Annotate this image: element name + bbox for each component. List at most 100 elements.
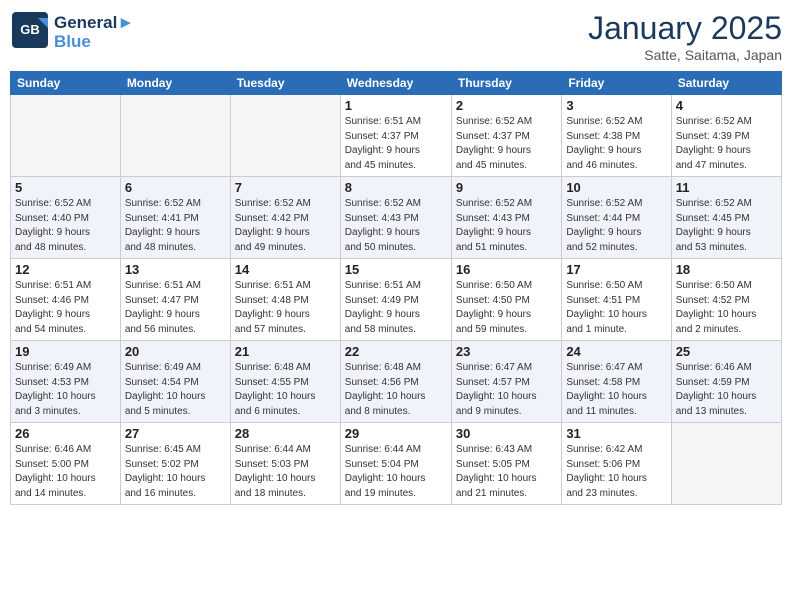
day-info: Sunrise: 6:52 AM Sunset: 4:43 PM Dayligh…	[345, 197, 447, 255]
day-info: Sunrise: 6:50 AM Sunset: 4:52 PM Dayligh…	[676, 279, 777, 337]
col-thursday: Thursday	[451, 72, 561, 95]
calendar-cell: 29Sunrise: 6:44 AM Sunset: 5:04 PM Dayli…	[340, 423, 451, 505]
day-number: 7	[235, 180, 336, 195]
col-sunday: Sunday	[11, 72, 121, 95]
day-number: 18	[676, 262, 777, 277]
calendar-cell	[120, 95, 230, 177]
day-info: Sunrise: 6:48 AM Sunset: 4:56 PM Dayligh…	[345, 361, 447, 419]
calendar-cell: 24Sunrise: 6:47 AM Sunset: 4:58 PM Dayli…	[562, 341, 671, 423]
day-number: 19	[15, 344, 116, 359]
calendar-cell: 20Sunrise: 6:49 AM Sunset: 4:54 PM Dayli…	[120, 341, 230, 423]
calendar-cell: 19 Sunrise: 6:49 AM Sunset: 4:53 PM Dayli…	[11, 341, 121, 423]
calendar-cell	[671, 423, 781, 505]
day-number: 20	[125, 344, 226, 359]
day-number: 23	[456, 344, 557, 359]
calendar-cell: 23 Sunrise: 6:47 AM Sunset: 4:57 PM Dayli…	[451, 341, 561, 423]
calendar-cell	[230, 95, 340, 177]
day-number: 26	[15, 426, 116, 441]
day-info: Sunrise: 6:45 AM Sunset: 5:02 PM Dayligh…	[125, 443, 226, 501]
calendar-cell: 26 Sunrise: 6:46 AM Sunset: 5:00 PM Dayli…	[11, 423, 121, 505]
calendar-cell: 27Sunrise: 6:45 AM Sunset: 5:02 PM Dayli…	[120, 423, 230, 505]
title-block: January 2025 Satte, Saitama, Japan	[588, 10, 782, 63]
calendar-week-row: 12 Sunrise: 6:51 AM Sunset: 4:46 PM Dayli…	[11, 259, 782, 341]
calendar-header-row: Sunday Monday Tuesday Wednesday Thursday…	[11, 72, 782, 95]
day-info: Sunrise: 6:51 AM Sunset: 4:47 PM Dayligh…	[125, 279, 226, 337]
day-number: 8	[345, 180, 447, 195]
day-info: Sunrise: 6:52 AM Sunset: 4:40 PM Dayligh…	[15, 197, 116, 255]
day-info: Sunrise: 6:42 AM Sunset: 5:06 PM Dayligh…	[566, 443, 666, 501]
day-info: Sunrise: 6:47 AM Sunset: 4:57 PM Dayligh…	[456, 361, 557, 419]
svg-text:GB: GB	[20, 22, 40, 37]
day-info: Sunrise: 6:51 AM Sunset: 4:37 PM Dayligh…	[345, 115, 447, 173]
calendar-cell: 14 Sunrise: 6:51 AM Sunset: 4:48 PM Dayli…	[230, 259, 340, 341]
location-subtitle: Satte, Saitama, Japan	[588, 47, 782, 63]
day-info: Sunrise: 6:52 AM Sunset: 4:45 PM Dayligh…	[676, 197, 777, 255]
calendar-week-row: 5 Sunrise: 6:52 AM Sunset: 4:40 PM Daylig…	[11, 177, 782, 259]
day-number: 17	[566, 262, 666, 277]
calendar-week-row: 19 Sunrise: 6:49 AM Sunset: 4:53 PM Dayli…	[11, 341, 782, 423]
day-info: Sunrise: 6:52 AM Sunset: 4:39 PM Dayligh…	[676, 115, 777, 173]
day-number: 24	[566, 344, 666, 359]
calendar-cell: 6 Sunrise: 6:52 AM Sunset: 4:41 PM Daylig…	[120, 177, 230, 259]
calendar-cell: 31 Sunrise: 6:42 AM Sunset: 5:06 PM Dayli…	[562, 423, 671, 505]
day-info: Sunrise: 6:50 AM Sunset: 4:51 PM Dayligh…	[566, 279, 666, 337]
calendar-cell: 15Sunrise: 6:51 AM Sunset: 4:49 PM Dayli…	[340, 259, 451, 341]
calendar-cell: 3Sunrise: 6:52 AM Sunset: 4:38 PM Daylig…	[562, 95, 671, 177]
calendar-cell: 30 Sunrise: 6:43 AM Sunset: 5:05 PM Dayli…	[451, 423, 561, 505]
day-info: Sunrise: 6:43 AM Sunset: 5:05 PM Dayligh…	[456, 443, 557, 501]
calendar-cell: 7 Sunrise: 6:52 AM Sunset: 4:42 PM Daylig…	[230, 177, 340, 259]
logo: GB General► Blue	[10, 10, 134, 55]
day-number: 6	[125, 180, 226, 195]
day-number: 28	[235, 426, 336, 441]
month-title: January 2025	[588, 10, 782, 47]
day-number: 10	[566, 180, 666, 195]
calendar-cell: 11 Sunrise: 6:52 AM Sunset: 4:45 PM Dayli…	[671, 177, 781, 259]
calendar-cell: 21 Sunrise: 6:48 AM Sunset: 4:55 PM Dayli…	[230, 341, 340, 423]
day-number: 21	[235, 344, 336, 359]
day-number: 25	[676, 344, 777, 359]
day-number: 14	[235, 262, 336, 277]
calendar-week-row: 1 Sunrise: 6:51 AM Sunset: 4:37 PM Daylig…	[11, 95, 782, 177]
day-number: 5	[15, 180, 116, 195]
day-info: Sunrise: 6:52 AM Sunset: 4:41 PM Dayligh…	[125, 197, 226, 255]
day-number: 3	[566, 98, 666, 113]
calendar-cell: 2 Sunrise: 6:52 AM Sunset: 4:37 PM Daylig…	[451, 95, 561, 177]
calendar-cell: 16 Sunrise: 6:50 AM Sunset: 4:50 PM Dayli…	[451, 259, 561, 341]
day-info: Sunrise: 6:48 AM Sunset: 4:55 PM Dayligh…	[235, 361, 336, 419]
day-info: Sunrise: 6:52 AM Sunset: 4:42 PM Dayligh…	[235, 197, 336, 255]
logo-icon: GB	[10, 10, 50, 50]
day-info: Sunrise: 6:49 AM Sunset: 4:53 PM Dayligh…	[15, 361, 116, 419]
calendar-cell: 25Sunrise: 6:46 AM Sunset: 4:59 PM Dayli…	[671, 341, 781, 423]
logo-text-line1: General►	[54, 14, 134, 33]
day-number: 1	[345, 98, 447, 113]
calendar-cell: 28Sunrise: 6:44 AM Sunset: 5:03 PM Dayli…	[230, 423, 340, 505]
day-info: Sunrise: 6:51 AM Sunset: 4:46 PM Dayligh…	[15, 279, 116, 337]
calendar-table: Sunday Monday Tuesday Wednesday Thursday…	[10, 71, 782, 505]
day-number: 22	[345, 344, 447, 359]
day-info: Sunrise: 6:51 AM Sunset: 4:48 PM Dayligh…	[235, 279, 336, 337]
day-number: 12	[15, 262, 116, 277]
calendar-cell: 17 Sunrise: 6:50 AM Sunset: 4:51 PM Dayli…	[562, 259, 671, 341]
day-info: Sunrise: 6:46 AM Sunset: 5:00 PM Dayligh…	[15, 443, 116, 501]
day-number: 16	[456, 262, 557, 277]
day-number: 2	[456, 98, 557, 113]
day-number: 13	[125, 262, 226, 277]
logo-text-line2: Blue	[54, 33, 134, 52]
day-info: Sunrise: 6:44 AM Sunset: 5:04 PM Dayligh…	[345, 443, 447, 501]
day-number: 31	[566, 426, 666, 441]
col-monday: Monday	[120, 72, 230, 95]
day-number: 11	[676, 180, 777, 195]
calendar-cell: 10Sunrise: 6:52 AM Sunset: 4:44 PM Dayli…	[562, 177, 671, 259]
col-tuesday: Tuesday	[230, 72, 340, 95]
calendar-cell: 12 Sunrise: 6:51 AM Sunset: 4:46 PM Dayli…	[11, 259, 121, 341]
day-number: 9	[456, 180, 557, 195]
calendar-cell: 8 Sunrise: 6:52 AM Sunset: 4:43 PM Daylig…	[340, 177, 451, 259]
col-friday: Friday	[562, 72, 671, 95]
day-info: Sunrise: 6:50 AM Sunset: 4:50 PM Dayligh…	[456, 279, 557, 337]
day-number: 4	[676, 98, 777, 113]
calendar-cell: 5 Sunrise: 6:52 AM Sunset: 4:40 PM Daylig…	[11, 177, 121, 259]
calendar-cell: 13 Sunrise: 6:51 AM Sunset: 4:47 PM Dayli…	[120, 259, 230, 341]
day-info: Sunrise: 6:52 AM Sunset: 4:37 PM Dayligh…	[456, 115, 557, 173]
day-number: 30	[456, 426, 557, 441]
col-wednesday: Wednesday	[340, 72, 451, 95]
